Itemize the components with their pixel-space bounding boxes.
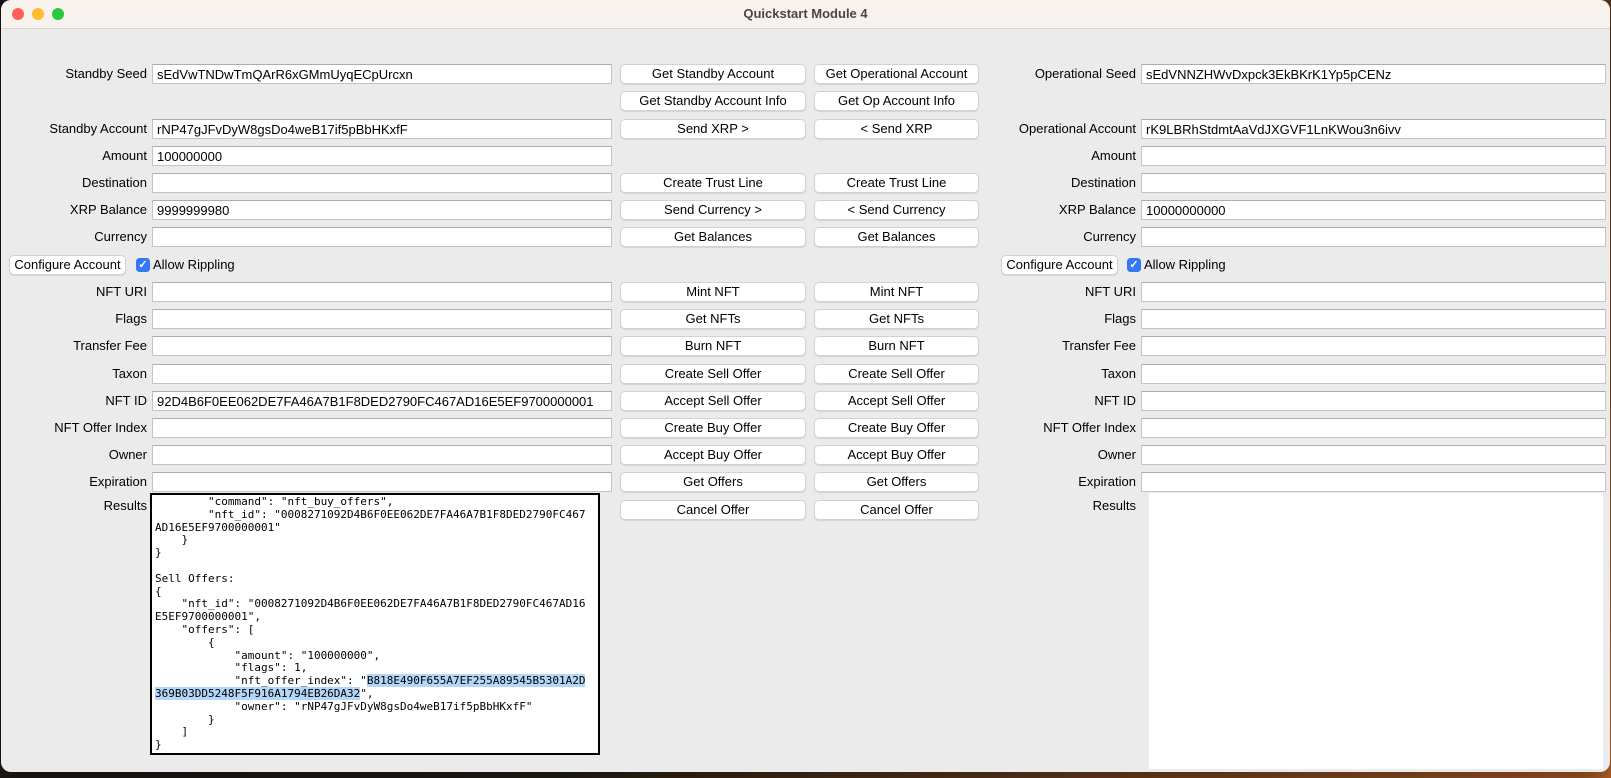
standby-xrp-balance-label: XRP Balance [1,200,147,220]
standby-create-trust-line-button[interactable]: Create Trust Line [620,173,806,193]
standby-currency-field[interactable] [152,227,612,247]
operational-seed-field[interactable] [1141,64,1606,84]
standby-create-buy-offer-button[interactable]: Create Buy Offer [620,418,806,438]
standby-nft-offer-index-label: NFT Offer Index [1,418,147,438]
standby-expiration-field[interactable] [152,472,612,492]
standby-accept-sell-offer-button[interactable]: Accept Sell Offer [620,391,806,411]
op-transfer-fee-field[interactable] [1141,336,1606,356]
op-results-text [1149,493,1603,495]
op-nft-offer-index-label: NFT Offer Index [906,418,1136,438]
op-xrp-balance-label: XRP Balance [906,200,1136,220]
op-destination-field[interactable] [1141,173,1606,193]
standby-allow-rippling-checkbox[interactable]: ✓ [136,258,150,272]
op-owner-field[interactable] [1141,445,1606,465]
standby-configure-account-button[interactable]: Configure Account [9,255,126,275]
standby-xrp-balance-field[interactable] [152,200,612,220]
standby-amount-label: Amount [1,146,147,166]
op-flags-field[interactable] [1141,309,1606,329]
standby-accept-buy-offer-button[interactable]: Accept Buy Offer [620,445,806,465]
standby-currency-label: Currency [1,227,147,247]
op-expiration-label: Expiration [906,472,1136,492]
standby-account-label: Standby Account [1,119,147,139]
op-taxon-field[interactable] [1141,364,1606,384]
standby-get-nfts-button[interactable]: Get NFTs [620,309,806,329]
op-nft-uri-field[interactable] [1141,282,1606,302]
standby-cancel-offer-button[interactable]: Cancel Offer [620,500,806,520]
standby-owner-field[interactable] [152,445,612,465]
standby-nft-uri-field[interactable] [152,282,612,302]
standby-seed-label: Standby Seed [1,64,147,84]
get-standby-account-button[interactable]: Get Standby Account [620,64,806,84]
standby-nft-offer-index-field[interactable] [152,418,612,438]
standby-nft-id-field[interactable] [152,391,612,411]
send-currency-right-button[interactable]: Send Currency > [620,200,806,220]
op-amount-field[interactable] [1141,146,1606,166]
op-allow-rippling-checkbox[interactable]: ✓ [1127,258,1141,272]
op-configure-account-button[interactable]: Configure Account [1001,255,1118,275]
standby-results-textarea[interactable]: "command": "nft_buy_offers", "nft_id": "… [150,493,600,755]
standby-taxon-label: Taxon [1,364,147,384]
op-flags-label: Flags [906,309,1136,329]
op-expiration-field[interactable] [1141,472,1606,492]
op-nft-id-label: NFT ID [906,391,1136,411]
operational-account-field[interactable] [1141,119,1606,139]
op-xrp-balance-field[interactable] [1141,200,1606,220]
standby-expiration-label: Expiration [1,472,147,492]
standby-burn-nft-button[interactable]: Burn NFT [620,336,806,356]
standby-transfer-fee-label: Transfer Fee [1,336,147,356]
standby-seed-field[interactable] [152,64,612,84]
op-nft-uri-label: NFT URI [906,282,1136,302]
standby-destination-field[interactable] [152,173,612,193]
main-content: Standby Seed Standby Account Amount Dest… [1,29,1610,772]
op-currency-label: Currency [906,227,1136,247]
standby-amount-field[interactable] [152,146,612,166]
send-xrp-right-button[interactable]: Send XRP > [620,119,806,139]
operational-seed-label: Operational Seed [906,64,1136,84]
title-bar: Quickstart Module 4 [1,0,1610,29]
op-currency-field[interactable] [1141,227,1606,247]
get-standby-account-info-button[interactable]: Get Standby Account Info [620,91,806,111]
standby-destination-label: Destination [1,173,147,193]
standby-results-label: Results [1,496,147,516]
standby-transfer-fee-field[interactable] [152,336,612,356]
standby-flags-label: Flags [1,309,147,329]
op-results-label: Results [906,496,1136,516]
op-allow-rippling-label: Allow Rippling [1144,255,1226,275]
standby-taxon-field[interactable] [152,364,612,384]
op-transfer-fee-label: Transfer Fee [906,336,1136,356]
standby-nft-id-label: NFT ID [1,391,147,411]
results-text-before: "command": "nft_buy_offers", "nft_id": "… [155,495,585,687]
op-nft-id-field[interactable] [1141,391,1606,411]
standby-get-balances-button[interactable]: Get Balances [620,227,806,247]
standby-nft-uri-label: NFT URI [1,282,147,302]
standby-owner-label: Owner [1,445,147,465]
op-amount-label: Amount [906,146,1136,166]
checkmark-icon: ✓ [1129,259,1138,271]
operational-account-label: Operational Account [906,119,1136,139]
standby-allow-rippling-label: Allow Rippling [153,255,235,275]
standby-account-field[interactable] [152,119,612,139]
op-results-textarea[interactable] [1149,493,1603,769]
get-op-account-info-button[interactable]: Get Op Account Info [814,91,979,111]
app-window: Quickstart Module 4 Standby Seed Standby… [1,0,1610,772]
standby-mint-nft-button[interactable]: Mint NFT [620,282,806,302]
standby-get-offers-button[interactable]: Get Offers [620,472,806,492]
window-title: Quickstart Module 4 [1,0,1610,28]
op-destination-label: Destination [906,173,1136,193]
standby-create-sell-offer-button[interactable]: Create Sell Offer [620,364,806,384]
op-nft-offer-index-field[interactable] [1141,418,1606,438]
op-taxon-label: Taxon [906,364,1136,384]
standby-flags-field[interactable] [152,309,612,329]
checkmark-icon: ✓ [138,259,147,271]
op-owner-label: Owner [906,445,1136,465]
